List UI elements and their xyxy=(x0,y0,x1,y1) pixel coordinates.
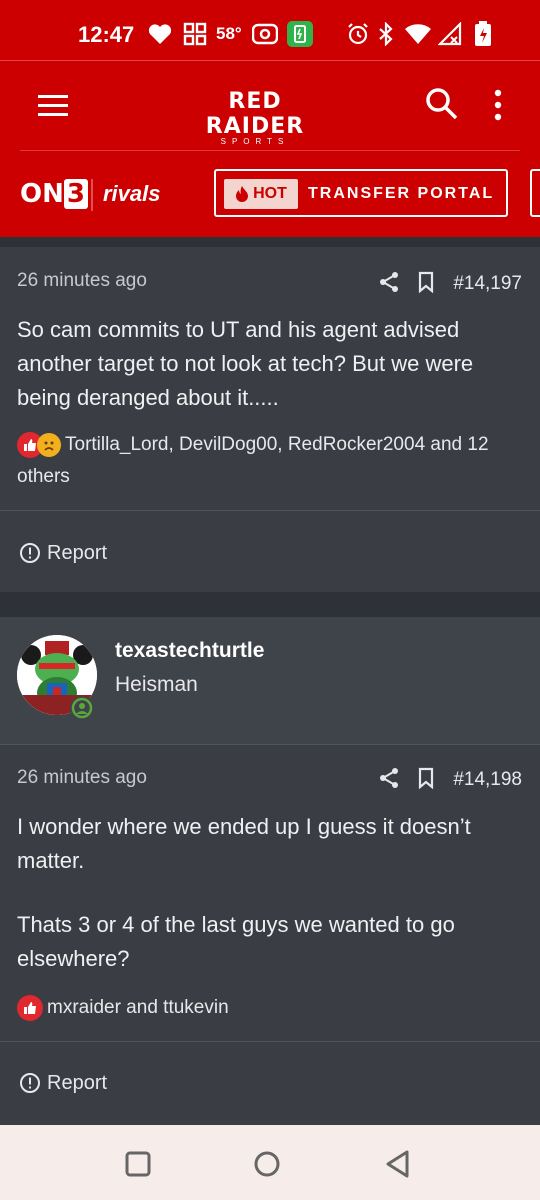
battery-saver-icon xyxy=(287,21,313,47)
content-top-strip xyxy=(0,237,540,247)
author-title: Heisman xyxy=(115,673,198,696)
share-icon[interactable] xyxy=(379,767,399,794)
hot-label: HOT xyxy=(253,185,287,202)
logo-separator xyxy=(91,179,93,211)
report-button[interactable]: Report xyxy=(19,1068,107,1098)
report-label: Report xyxy=(47,1071,108,1094)
divider xyxy=(0,510,540,511)
like-icon xyxy=(17,994,43,1021)
more-options-icon[interactable] xyxy=(490,89,506,121)
post-timestamp[interactable]: 26 minutes ago xyxy=(17,270,147,292)
on3-suffix: 3 xyxy=(63,179,88,209)
transfer-portal-button[interactable]: HOT TRANSFER PORTAL xyxy=(214,169,508,217)
online-status-icon xyxy=(70,696,94,720)
alert-circle-icon xyxy=(20,543,40,563)
post-actions: #14,198 xyxy=(379,766,522,794)
system-nav-bar xyxy=(0,1125,540,1200)
on3-prefix: ON xyxy=(20,179,64,209)
radio-icon xyxy=(252,22,278,46)
bookmark-icon[interactable] xyxy=(417,271,435,298)
battery-charging-icon xyxy=(474,21,492,46)
post-actions: #14,197 xyxy=(379,270,522,298)
grid-app-icon xyxy=(183,22,207,46)
divider xyxy=(0,1041,540,1042)
post-number-link[interactable]: #14,198 xyxy=(453,769,522,791)
site-logo[interactable]: RED RAIDER SPORTS xyxy=(180,89,330,146)
post-timestamp[interactable]: 26 minutes ago xyxy=(17,767,147,789)
logo-sub-text: SPORTS xyxy=(220,137,290,146)
portal-label: TRANSFER PORTAL xyxy=(308,185,495,202)
next-nav-button[interactable] xyxy=(530,169,540,217)
post-separator xyxy=(0,592,540,617)
hamburger-menu-icon[interactable] xyxy=(36,93,72,119)
clock: 12:47 xyxy=(78,22,135,47)
post-body: So cam commits to UT and his agent advis… xyxy=(17,317,474,410)
temperature: 58° xyxy=(216,24,242,43)
site-header: RED RAIDER SPORTS xyxy=(0,60,540,151)
divider xyxy=(0,744,540,745)
rivals-logo[interactable]: rivals xyxy=(103,181,161,207)
reaction-icons xyxy=(17,431,61,458)
share-icon[interactable] xyxy=(379,271,399,298)
home-icon[interactable] xyxy=(250,1147,284,1181)
report-button[interactable]: Report xyxy=(19,538,107,568)
reactions-summary[interactable]: mxraider and ttukevin xyxy=(17,992,522,1024)
on3-logo[interactable]: ON 3 xyxy=(20,179,88,209)
hot-badge: HOT xyxy=(224,179,298,209)
post-number-link[interactable]: #14,197 xyxy=(453,273,522,295)
reaction-icons xyxy=(17,994,43,1021)
post-body-paragraph-1: I wonder where we ended up I guess it do… xyxy=(17,814,471,873)
report-label: Report xyxy=(47,541,108,564)
bluetooth-icon xyxy=(377,22,395,46)
search-icon[interactable] xyxy=(425,87,459,121)
bookmark-icon[interactable] xyxy=(417,767,435,794)
reactions-text: mxraider and ttukevin xyxy=(47,997,229,1018)
logo-main-text: RED RAIDER xyxy=(205,89,305,139)
status-bar: 12:47 58° xyxy=(0,0,540,60)
post-body-paragraph-2: Thats 3 or 4 of the last guys we wanted … xyxy=(17,912,455,971)
sad-face-icon xyxy=(37,432,61,457)
alert-circle-icon xyxy=(20,1073,40,1093)
reactions-text: Tortilla_Lord, DevilDog00, RedRocker2004… xyxy=(17,434,489,487)
reactions-summary[interactable]: Tortilla_Lord, DevilDog00, RedRocker2004… xyxy=(17,429,522,493)
alarm-icon xyxy=(346,22,370,46)
flame-icon xyxy=(236,186,249,202)
cellular-signal-icon xyxy=(438,22,462,46)
author-username[interactable]: texastechturtle xyxy=(115,639,264,663)
partner-nav: ON 3 rivals HOT TRANSFER PORTAL xyxy=(0,151,540,237)
post-author-block: texastechturtle Heisman xyxy=(0,617,540,745)
wifi-icon xyxy=(404,22,432,46)
heart-icon xyxy=(148,22,172,46)
recent-apps-icon[interactable] xyxy=(121,1147,155,1181)
back-icon[interactable] xyxy=(380,1147,414,1181)
